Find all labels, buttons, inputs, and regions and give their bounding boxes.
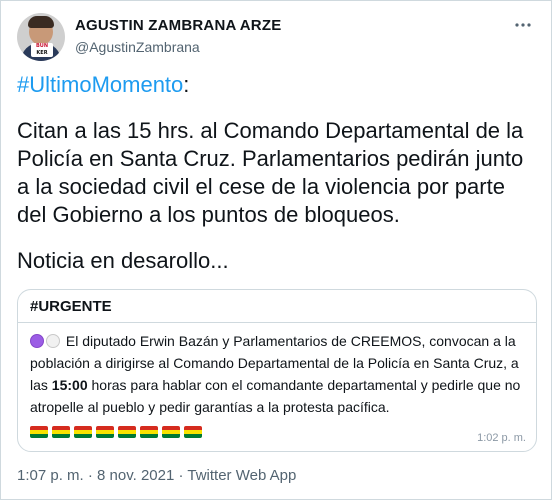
avatar-logo-line2: KER bbox=[36, 50, 48, 56]
quoted-card[interactable]: #URGENTE El diputado Erwin Bazán y Parla… bbox=[17, 289, 537, 452]
bolivia-flags bbox=[30, 426, 202, 438]
quote-timestamp: 1:02 p. m. bbox=[477, 432, 526, 444]
avatar-logo: BUN KER bbox=[31, 43, 53, 57]
bolivia-flag-icon bbox=[96, 426, 114, 438]
quote-text-after: horas para hablar con el comandante depa… bbox=[30, 377, 521, 415]
purple-circle-icon bbox=[30, 334, 44, 348]
quote-divider bbox=[18, 322, 536, 323]
avatar[interactable]: BUN KER bbox=[17, 13, 65, 61]
more-horizontal-icon[interactable] bbox=[513, 15, 533, 35]
tweet-text: #UltimoMomento: Citan a las 15 hrs. al C… bbox=[17, 71, 537, 275]
tweet-header: BUN KER AGUSTIN ZAMBRANA ARZE @AgustinZa… bbox=[17, 13, 535, 63]
bolivia-flag-icon bbox=[52, 426, 70, 438]
tweet-paragraph: Citan a las 15 hrs. al Comando Departame… bbox=[17, 118, 524, 227]
avatar-logo-line1: BUN bbox=[35, 43, 49, 49]
author-display-name[interactable]: AGUSTIN ZAMBRANA ARZE bbox=[75, 17, 281, 35]
bolivia-flag-icon bbox=[118, 426, 136, 438]
bolivia-flag-icon bbox=[162, 426, 180, 438]
hashtag-link[interactable]: #UltimoMomento bbox=[17, 72, 183, 97]
quote-text: El diputado Erwin Bazán y Parlamentarios… bbox=[30, 330, 528, 418]
author-names: AGUSTIN ZAMBRANA ARZE @AgustinZambrana bbox=[75, 17, 281, 56]
tweet-footer[interactable]: 1:07 p. m. · 8 nov. 2021 · Twitter Web A… bbox=[17, 467, 296, 484]
bolivia-flag-icon bbox=[184, 426, 202, 438]
hashtag-suffix: : bbox=[183, 72, 190, 97]
author-handle[interactable]: @AgustinZambrana bbox=[75, 38, 281, 56]
bolivia-flag-icon bbox=[140, 426, 158, 438]
white-circle-icon bbox=[46, 334, 60, 348]
quote-bold-time: 15:00 bbox=[51, 377, 88, 393]
hashtag-line: #UltimoMomento: bbox=[17, 71, 537, 99]
more-icon-svg bbox=[515, 23, 531, 27]
quote-title: #URGENTE bbox=[30, 298, 112, 315]
avatar-hair bbox=[28, 16, 54, 28]
bolivia-flag-icon bbox=[74, 426, 92, 438]
bolivia-flag-icon bbox=[30, 426, 48, 438]
tweet-closing: Noticia en desarollo... bbox=[17, 248, 229, 273]
tweet-card: BUN KER AGUSTIN ZAMBRANA ARZE @AgustinZa… bbox=[0, 0, 552, 500]
